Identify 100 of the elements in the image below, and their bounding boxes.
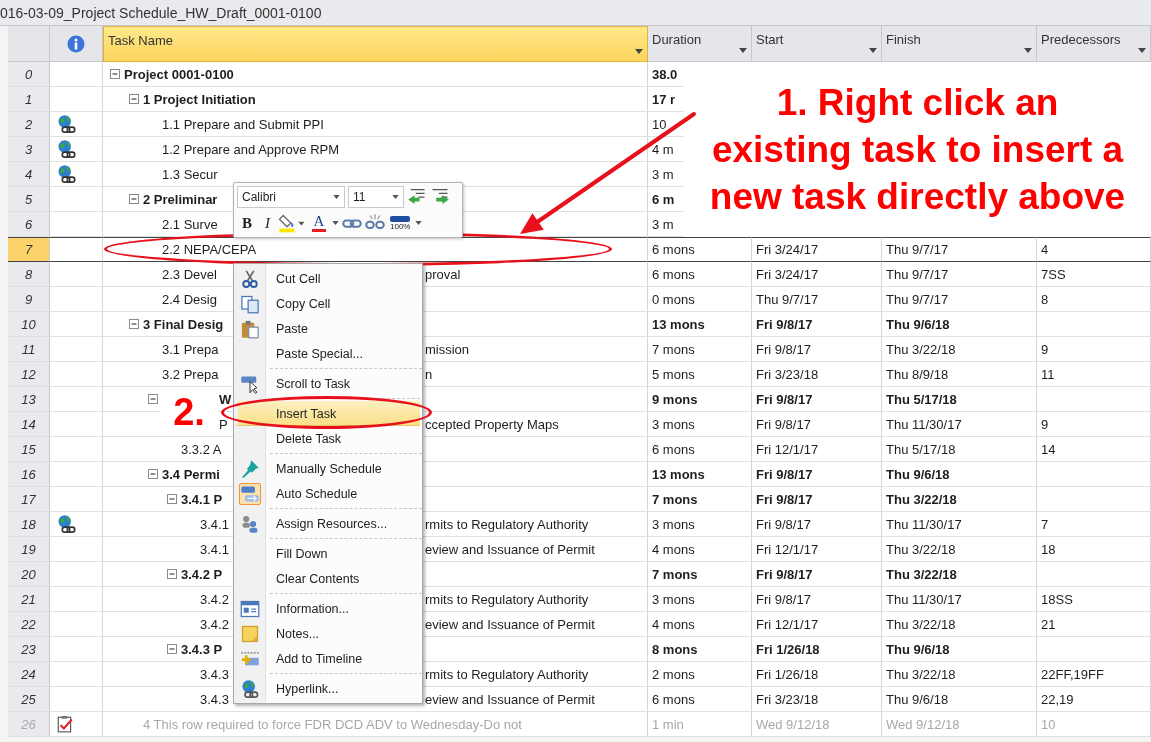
row-number: 8 xyxy=(8,262,50,287)
duration-cell: 1 min xyxy=(648,712,752,737)
menu-item[interactable]: Insert Task xyxy=(236,396,420,426)
task-name: eview and Issuance of Permit xyxy=(425,541,596,557)
caret-icon[interactable] xyxy=(332,221,339,226)
menu-item[interactable]: Clear Contents xyxy=(234,566,422,591)
task-name: 1.3 Secur xyxy=(162,166,218,182)
column-header[interactable]: Predecessors xyxy=(1037,26,1151,62)
task-name: 3.4.3 xyxy=(200,666,229,682)
people-icon xyxy=(240,513,260,534)
task-name: mission xyxy=(425,341,471,357)
collapse-icon[interactable] xyxy=(167,494,177,504)
task-name: n xyxy=(425,366,434,382)
row-number: 4 xyxy=(8,162,50,187)
menu-item[interactable]: Auto Schedule xyxy=(234,481,422,506)
column-header[interactable]: Start xyxy=(752,26,882,62)
caret-icon xyxy=(1024,48,1032,53)
task-name: proval xyxy=(425,266,462,282)
predecessors-cell: 4 xyxy=(1037,237,1151,262)
finish-date-cell: Thu 9/7/17 xyxy=(882,237,1037,262)
menu-item[interactable]: Scroll to Task xyxy=(234,366,422,396)
row-number: 13 xyxy=(8,387,50,412)
task-name: eview and Issuance of Permit xyxy=(425,691,596,707)
caret-icon xyxy=(392,194,399,199)
globe-link-icon xyxy=(56,139,76,159)
task-name: W xyxy=(219,391,232,407)
task-name: 2.3 Devel xyxy=(162,266,217,282)
menu-item[interactable]: Cut Cell xyxy=(234,266,422,291)
menu-item[interactable]: Fill Down xyxy=(234,536,422,566)
menu-item[interactable]: Information... xyxy=(234,591,422,621)
zoom-button[interactable]: 100% xyxy=(388,212,413,235)
collapse-icon[interactable] xyxy=(167,644,177,654)
menu-item[interactable]: Paste xyxy=(234,316,422,341)
row-number: 23 xyxy=(8,637,50,662)
collapse-icon[interactable] xyxy=(129,319,139,329)
duration-cell: 6 mons xyxy=(648,237,752,262)
info-icon xyxy=(67,34,85,53)
task-name: eview and Issuance of Permit xyxy=(425,616,596,632)
task-name: 3.4.3 xyxy=(200,691,229,707)
collapse-icon[interactable] xyxy=(129,194,139,204)
task-name: 3.4.3 P xyxy=(181,641,223,657)
row-number: 12 xyxy=(8,362,50,387)
row-number: 18 xyxy=(8,512,50,537)
collapse-icon[interactable] xyxy=(110,69,120,79)
row-number: 3 xyxy=(8,137,50,162)
collapse-icon[interactable] xyxy=(148,469,158,479)
row-number: 10 xyxy=(8,312,50,337)
start-date-cell: Wed 9/12/18 xyxy=(752,712,882,737)
task-name: 3.2 Prepa xyxy=(162,366,219,382)
row-number: 2 xyxy=(8,112,50,137)
font-field[interactable]: Calibri xyxy=(237,185,345,208)
globe-link-icon xyxy=(56,514,76,534)
highlighter-icon[interactable] xyxy=(278,213,306,234)
task-name: ccepted Property Maps xyxy=(425,416,560,432)
predecessors-cell: 10 xyxy=(1037,712,1151,737)
menu-item[interactable]: Hyperlink... xyxy=(234,671,422,701)
caret-icon xyxy=(739,48,747,53)
row-number: 26 xyxy=(8,712,50,737)
row-number: 25 xyxy=(8,687,50,712)
menu-item[interactable]: Copy Cell xyxy=(234,291,422,316)
collapse-icon[interactable] xyxy=(148,394,158,404)
row-number: 1 xyxy=(8,87,50,112)
column-header[interactable]: Duration xyxy=(648,26,752,62)
font-color-button[interactable]: A xyxy=(309,212,329,235)
row-number: 14 xyxy=(8,412,50,437)
font-size-field[interactable]: 11 xyxy=(348,185,404,208)
task-name: 3.3.2 A xyxy=(181,441,222,457)
collapse-icon[interactable] xyxy=(129,94,139,104)
globe-link-icon xyxy=(240,678,260,699)
caret-icon xyxy=(1138,48,1146,53)
column-header[interactable]: Finish xyxy=(882,26,1037,62)
menu-item[interactable]: Paste Special... xyxy=(234,341,422,366)
window-title: 016-03-09_Project Schedule_HW_Draft_0001-0100 xyxy=(0,4,322,21)
menu-item[interactable]: Add to Timeline xyxy=(234,646,422,671)
menu-item[interactable]: Assign Resources... xyxy=(234,506,422,536)
clipboard-check-icon xyxy=(56,715,74,733)
outdent-icon[interactable] xyxy=(407,186,427,207)
task-name: Project 0001-0100 xyxy=(124,66,234,82)
italic-button[interactable]: I xyxy=(260,212,275,235)
row-number: 6 xyxy=(8,212,50,237)
caret-icon[interactable] xyxy=(415,221,423,226)
row-number: 19 xyxy=(8,537,50,562)
bold-button[interactable]: B xyxy=(237,212,257,235)
collapse-icon[interactable] xyxy=(167,569,177,579)
note-icon xyxy=(240,623,260,644)
menu-item[interactable]: Manually Schedule xyxy=(234,451,422,481)
row-number: 21 xyxy=(8,587,50,612)
row-number: 20 xyxy=(8,562,50,587)
menu-item[interactable]: Notes... xyxy=(234,621,422,646)
column-header[interactable]: Task Name xyxy=(103,26,648,62)
task-name: P xyxy=(219,416,228,432)
row-number: 16 xyxy=(8,462,50,487)
task-name: rmits to Regulatory Authority xyxy=(425,666,590,682)
task-name: 3 Final Desig xyxy=(143,316,224,332)
pushpin-icon xyxy=(240,458,260,479)
task-name: 2.4 Desig xyxy=(162,291,217,307)
menu-item[interactable]: Delete Task xyxy=(234,426,422,451)
row-number: 5 xyxy=(8,187,50,212)
task-name: 1.2 Prepare and Approve RPM xyxy=(162,141,340,157)
task-name: 3.1 Prepa xyxy=(162,341,219,357)
